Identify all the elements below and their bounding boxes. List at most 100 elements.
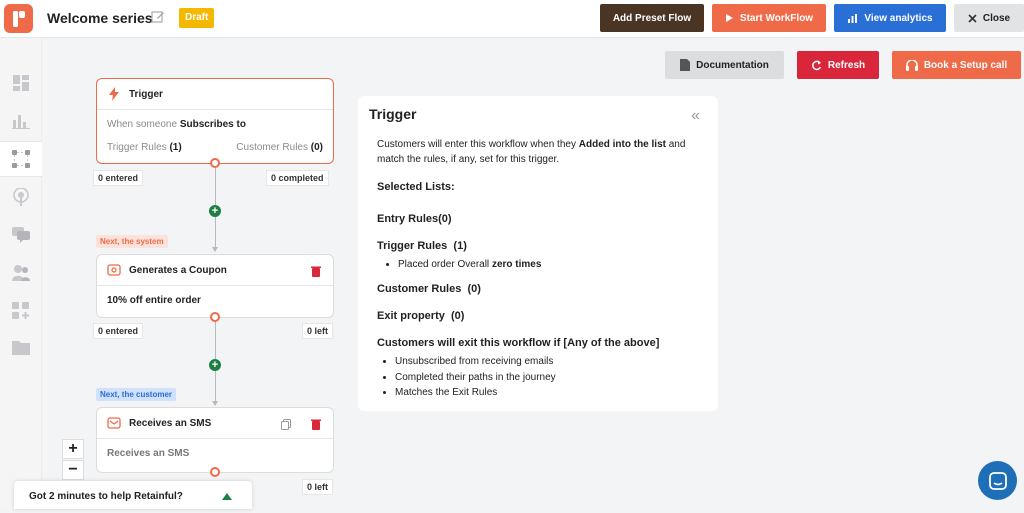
start-workflow-label: Start WorkFlow — [739, 12, 814, 24]
panel-intro: Customers will enter this workflow when … — [377, 137, 707, 167]
retainful-logo[interactable] — [4, 4, 33, 33]
sidebar-item-contacts[interactable] — [0, 255, 42, 291]
add-step-button[interactable]: + — [209, 359, 221, 371]
connector-arrow — [212, 247, 218, 252]
sidebar-item-analytics[interactable] — [0, 103, 42, 139]
coupon-card-body: 10% off entire order — [107, 295, 201, 306]
panel-intro-part1: Customers will enter this workflow when … — [377, 139, 576, 150]
trigger-detail-panel: Trigger « Customers will enter this work… — [358, 96, 718, 411]
chat-launcher-button[interactable] — [978, 461, 1017, 500]
chat-icon — [988, 471, 1007, 490]
workflow-icon — [12, 150, 30, 168]
expand-feedback-icon[interactable] — [222, 493, 232, 500]
refresh-icon — [811, 60, 822, 70]
sidebar-item-dashboard[interactable] — [0, 65, 42, 101]
close-icon — [968, 13, 977, 23]
refresh-label: Refresh — [827, 59, 866, 71]
exit-conditions-heading: Customers will exit this workflow if [An… — [377, 337, 660, 349]
play-icon — [725, 14, 733, 22]
coupon-entered-count: 0 entered — [93, 323, 144, 339]
customer-rules-heading: Customer Rules (0) — [377, 283, 481, 295]
trigger-rule-value: zero times — [491, 259, 542, 270]
integrations-icon — [12, 302, 29, 319]
refresh-button[interactable]: Refresh — [797, 51, 879, 79]
trigger-rule-item: Placed order Overall zero times — [398, 259, 541, 275]
add-preset-flow-button[interactable]: Add Preset Flow — [600, 4, 704, 32]
documentation-label: Documentation — [696, 59, 769, 71]
collapse-panel-icon[interactable]: « — [691, 107, 700, 125]
view-analytics-button[interactable]: View analytics — [834, 4, 946, 32]
bar-chart-icon — [848, 14, 858, 23]
sidebar-item-messages[interactable] — [0, 217, 42, 253]
trigger-completed-count: 0 completed — [266, 170, 329, 186]
exit-conditions-list: Unsubscribed from receiving emails Compl… — [395, 356, 556, 403]
lightning-icon — [109, 87, 119, 101]
trigger-rule-text: Placed order Overall — [398, 259, 490, 270]
sidebar-item-workflow[interactable] — [0, 141, 42, 177]
contacts-icon — [12, 265, 30, 281]
trigger-rules-list: Placed order Overall zero times — [398, 259, 541, 275]
sms-card-title: Receives an SMS — [129, 417, 212, 429]
coupon-step-card[interactable]: Generates a Coupon 10% off entire order — [96, 254, 334, 318]
broadcast-icon — [13, 188, 29, 206]
panel-title: Trigger — [369, 106, 417, 122]
trigger-rules-summary: Trigger Rules (1) — [107, 142, 182, 153]
step-actor-tag: Next, the customer — [96, 388, 177, 401]
trigger-rules-count: (1) — [169, 142, 182, 153]
documentation-button[interactable]: Documentation — [665, 51, 784, 79]
trigger-card-title: Trigger — [129, 88, 163, 100]
book-setup-call-label: Book a Setup call — [923, 59, 1008, 71]
sms-left-count: 0 left — [302, 479, 334, 495]
trigger-condition-event: Subscribes to — [179, 119, 246, 130]
document-icon — [680, 59, 691, 71]
connector-arrow — [212, 401, 218, 406]
coupon-icon — [107, 264, 121, 276]
sms-connector-dot[interactable] — [210, 467, 220, 477]
start-workflow-button[interactable]: Start WorkFlow — [712, 4, 826, 32]
trigger-condition-prefix: When someone — [107, 119, 178, 130]
trigger-card-header: Trigger — [97, 79, 333, 110]
exit-condition-item: Completed their paths in the journey — [395, 372, 556, 388]
customer-rules-summary: Customer Rules (0) — [236, 142, 323, 153]
coupon-card-title: Generates a Coupon — [129, 264, 227, 276]
trigger-entered-count: 0 entered — [93, 170, 144, 186]
panel-intro-part2: and — [668, 139, 686, 150]
zoom-out-button[interactable]: − — [62, 460, 84, 480]
trigger-card[interactable]: Trigger When someone Subscribes to Trigg… — [96, 78, 334, 164]
trigger-rules-label: Trigger Rules — [107, 142, 167, 153]
add-preset-flow-label: Add Preset Flow — [612, 12, 692, 24]
sms-card-header: Receives an SMS — [97, 408, 333, 439]
sidebar-item-folder[interactable] — [0, 329, 42, 365]
workflow-title: Welcome series — [47, 10, 153, 26]
close-button[interactable]: Close — [954, 4, 1024, 32]
delete-icon[interactable] — [311, 419, 321, 430]
sms-step-card[interactable]: Receives an SMS Receives an SMS — [96, 407, 334, 473]
book-setup-call-button[interactable]: Book a Setup call — [892, 51, 1021, 79]
sidebar-item-integrations[interactable] — [0, 293, 42, 329]
trigger-rules-heading: Trigger Rules (1) — [377, 240, 467, 252]
panel-intro-part3: match the rules, if any, set for this tr… — [377, 154, 560, 165]
step-actor-tag: Next, the system — [96, 235, 168, 248]
sidebar — [0, 39, 42, 509]
zoom-in-button[interactable]: + — [62, 439, 84, 459]
panel-intro-list: Added into the list — [578, 139, 666, 150]
copy-icon[interactable] — [281, 419, 291, 430]
headset-icon — [905, 59, 918, 71]
edit-icon[interactable] — [151, 10, 165, 24]
add-step-button[interactable]: + — [209, 205, 221, 217]
feedback-banner[interactable]: Got 2 minutes to help Retainful? — [14, 481, 252, 509]
dashboard-icon — [13, 75, 29, 91]
customer-rules-count: (0) — [310, 142, 323, 153]
sms-icon — [107, 417, 121, 429]
delete-icon[interactable] — [311, 266, 321, 277]
trigger-condition: When someone Subscribes to — [107, 119, 246, 130]
top-bar: Welcome series Draft Add Preset Flow Sta… — [0, 0, 1024, 38]
folder-icon — [12, 340, 30, 355]
trigger-connector-dot[interactable] — [210, 158, 220, 168]
messages-icon — [12, 227, 30, 243]
sidebar-item-broadcast[interactable] — [0, 179, 42, 215]
entry-rules-heading: Entry Rules(0) — [377, 213, 452, 225]
coupon-connector-dot[interactable] — [210, 312, 220, 322]
logo-mark-icon — [12, 10, 25, 27]
feedback-text: Got 2 minutes to help Retainful? — [29, 491, 183, 502]
